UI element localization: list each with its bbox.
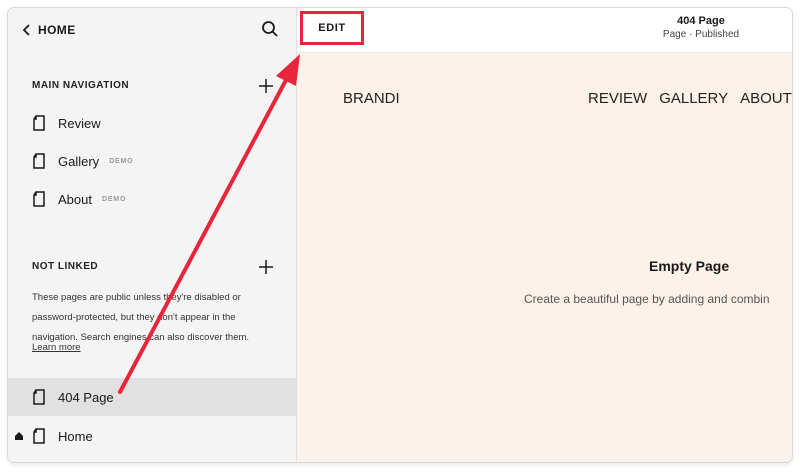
page-icon (33, 428, 45, 444)
pages-sidebar: HOME MAIN NAVIGATION Review Gallery DEMO (8, 8, 297, 462)
back-home-link[interactable]: HOME (22, 20, 76, 40)
site-brand[interactable]: BRANDI (343, 90, 400, 107)
main-navigation-title: MAIN NAVIGATION (32, 80, 130, 91)
sidebar-item-404-page[interactable]: 404 Page (8, 378, 296, 416)
sidebar-item-label: 404 Page (58, 389, 114, 405)
search-icon[interactable] (260, 19, 280, 39)
sidebar-item-content: 404 Page (32, 385, 114, 409)
page-icon (33, 115, 45, 131)
empty-page-subtitle: Create a beautiful page by adding and co… (524, 292, 770, 306)
page-icon (33, 191, 45, 207)
app-window: HOME MAIN NAVIGATION Review Gallery DEMO (8, 8, 792, 462)
demo-badge: DEMO (101, 195, 127, 203)
chevron-left-icon (22, 24, 30, 36)
home-icon (15, 432, 23, 440)
site-nav-about[interactable]: ABOUT (740, 90, 792, 107)
site-nav-gallery[interactable]: GALLERY (659, 90, 728, 107)
sidebar-item-about[interactable]: About DEMO (32, 187, 126, 211)
not-linked-title: NOT LINKED (32, 261, 99, 272)
top-bar: EDIT 404 Page Page · Published (297, 8, 792, 53)
sidebar-item-label: Review (58, 115, 101, 131)
edit-button[interactable]: EDIT (300, 11, 364, 45)
page-info: 404 Page Page · Published (601, 15, 792, 40)
not-linked-description: These pages are public unless they're di… (32, 292, 250, 343)
sidebar-item-gallery[interactable]: Gallery DEMO (32, 149, 133, 173)
sidebar-item-label: Gallery (58, 153, 100, 169)
page-icon (33, 153, 45, 169)
sidebar-item-content: Home (32, 424, 93, 448)
empty-page-title: Empty Page (649, 258, 730, 274)
page-icon (33, 389, 45, 405)
page-preview: EDIT 404 Page Page · Published BRANDI RE… (297, 8, 792, 462)
back-home-label: HOME (38, 23, 76, 37)
page-title: 404 Page (677, 15, 725, 27)
sidebar-item-label: About (58, 191, 92, 207)
site-nav: REVIEW GALLERY ABOUT (588, 90, 792, 107)
sidebar-item-label: Home (58, 428, 93, 444)
learn-more-link[interactable]: Learn more (32, 342, 81, 353)
demo-badge: DEMO (109, 157, 134, 165)
add-page-main-nav-button[interactable] (258, 78, 274, 94)
add-page-not-linked-button[interactable] (258, 259, 274, 275)
sidebar-item-review[interactable]: Review (32, 111, 101, 135)
site-nav-review[interactable]: REVIEW (588, 90, 647, 107)
sidebar-item-home[interactable]: Home (8, 422, 296, 450)
page-status: Page · Published (662, 29, 740, 40)
